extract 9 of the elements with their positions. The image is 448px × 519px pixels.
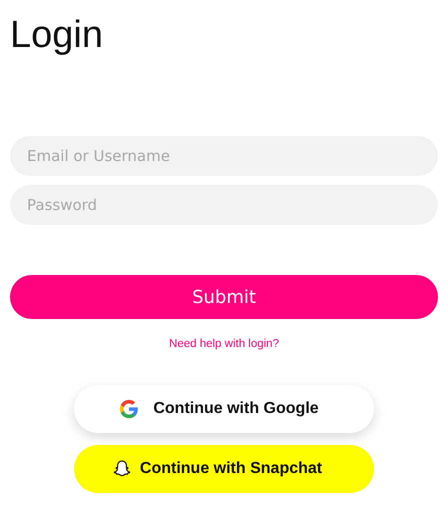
help-link[interactable]: Need help with login? [169, 338, 279, 350]
ghost-icon [112, 459, 132, 479]
google-logo-icon [119, 399, 140, 419]
snapchat-button[interactable]: Continue with Snapchat [74, 445, 374, 493]
page-title: Login [10, 13, 104, 58]
submit-button[interactable]: Submit [10, 275, 438, 319]
password-field[interactable]: Password [10, 185, 438, 225]
google-button[interactable]: Continue with Google [74, 385, 374, 433]
username-field[interactable]: Email or Username [10, 136, 438, 176]
